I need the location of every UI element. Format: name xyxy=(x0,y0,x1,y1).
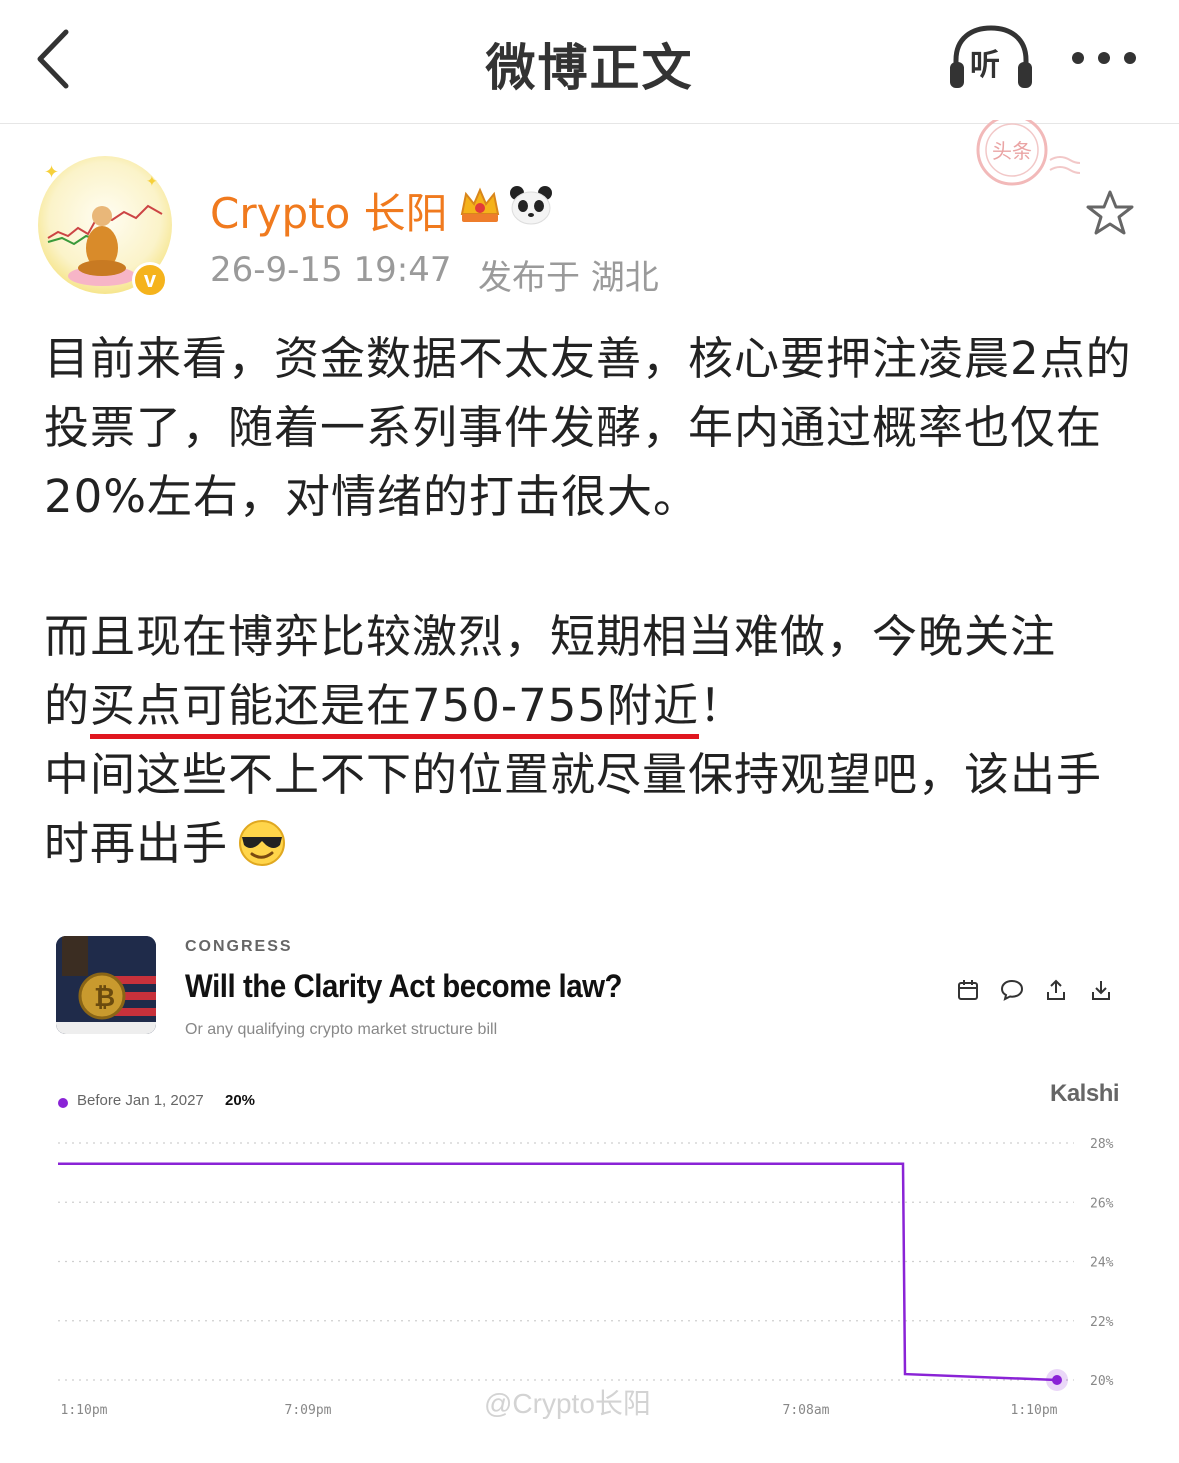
svg-text:₿: ₿ xyxy=(94,982,115,1012)
panda-badge-icon xyxy=(510,186,552,225)
post-timestamp: 26-9-15 19:47 xyxy=(210,250,452,290)
svg-text:✦: ✦ xyxy=(146,174,158,190)
listen-label: 听 xyxy=(970,48,1000,83)
y-tick-label: 24% xyxy=(1090,1256,1114,1271)
more-options-icon[interactable] xyxy=(1066,40,1142,76)
post-paragraph-2-line1: 而且现在博弈比较激烈，短期相当难做，今晚关注 xyxy=(44,610,1057,663)
y-tick-label: 26% xyxy=(1090,1196,1114,1211)
post-paragraph-3: 中间这些不上不下的位置就尽量保持观望吧，该出手时再出手 xyxy=(44,740,1144,878)
calendar-icon[interactable] xyxy=(956,978,980,1002)
x-tick-label: 1:10pm xyxy=(1011,1403,1058,1418)
market-subtitle: Or any qualifying crypto market structur… xyxy=(185,1021,498,1038)
stamp-text: 头条 xyxy=(992,139,1032,163)
svg-text:✦: ✦ xyxy=(44,162,59,183)
legend-series-dot xyxy=(58,1098,68,1108)
headline-stamp-icon: 头条 xyxy=(976,120,1080,186)
verified-badge-icon: v xyxy=(132,262,168,298)
current-point xyxy=(1052,1375,1062,1385)
post-paragraph-2-pre: 的 xyxy=(44,679,91,732)
market-category: CONGRESS xyxy=(185,938,293,955)
bitcoin-flag-thumbnail-icon: ₿ xyxy=(56,936,156,1034)
x-tick-label: 1:10pm xyxy=(61,1403,108,1418)
embedded-market-image[interactable]: ₿ CONGRESS Will the Clarity Act become l… xyxy=(44,918,1134,1450)
series-line xyxy=(58,1162,1058,1382)
y-tick-label: 28% xyxy=(1090,1137,1114,1152)
y-tick-label: 22% xyxy=(1090,1315,1114,1330)
comment-icon[interactable] xyxy=(1000,978,1024,1002)
kalshi-logo: Kalshi xyxy=(1050,1080,1120,1107)
x-tick-label: 7:09pm xyxy=(285,1403,332,1418)
sunglasses-emoji-icon xyxy=(239,820,286,866)
market-title: Will the Clarity Act become law? xyxy=(185,968,623,1004)
crown-badge-icon xyxy=(460,187,500,222)
x-tick-label: 7:08am xyxy=(783,1403,830,1418)
weibo-watermark: @Crypto长阳 xyxy=(484,1388,651,1419)
legend-current-value: 20% xyxy=(225,1092,256,1109)
share-icon[interactable] xyxy=(1044,978,1068,1002)
listen-button[interactable]: 听 xyxy=(948,22,1034,92)
post-paragraph-2-post: ！ xyxy=(699,679,746,732)
post-paragraph-3-text: 中间这些不上不下的位置就尽量保持观望吧，该出手时再出手 xyxy=(44,748,1103,870)
author-name[interactable]: Crypto 长阳 xyxy=(210,180,448,241)
post-paragraph-1: 目前来看，资金数据不太友善，核心要押注凌晨2点的投票了，随着一系列事件发酵，年内… xyxy=(44,332,1132,523)
favorite-star-icon[interactable] xyxy=(1084,188,1136,238)
legend-label: Before Jan 1, 2027 xyxy=(77,1092,204,1109)
y-tick-label: 20% xyxy=(1090,1374,1114,1389)
post-paragraph-2: 而且现在博弈比较激烈，短期相当难做，今晚关注 的买点可能还是在750-755附近… xyxy=(44,602,1144,740)
post-location: 发布于 湖北 xyxy=(478,258,659,298)
highlighted-buy-point: 买点可能还是在750-755附近 xyxy=(90,679,700,739)
top-nav-bar: 微博正文 听 xyxy=(0,0,1179,124)
download-icon[interactable] xyxy=(1089,978,1113,1002)
